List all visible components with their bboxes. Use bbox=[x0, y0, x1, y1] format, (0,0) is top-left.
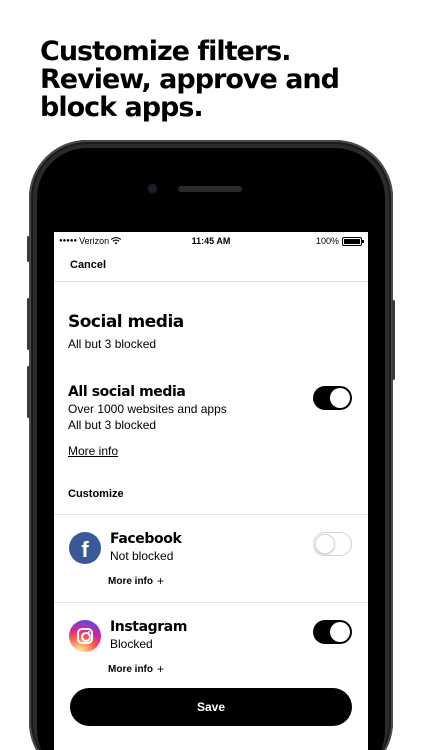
battery-percent: 100% bbox=[315, 236, 339, 246]
plus-icon: + bbox=[157, 574, 165, 588]
facebook-icon: f bbox=[69, 532, 101, 564]
facebook-toggle[interactable] bbox=[313, 532, 352, 556]
cancel-button[interactable]: Cancel bbox=[70, 259, 106, 271]
status-bar: ●●●●● Verizon 11:45 AM 100% bbox=[54, 232, 368, 250]
status-right: 100% bbox=[315, 236, 364, 246]
marketing-headline: Customize filters. Review, approve and b… bbox=[40, 38, 400, 122]
customize-heading: Customize bbox=[68, 488, 124, 500]
power-button bbox=[392, 300, 395, 380]
plus-icon: + bbox=[157, 662, 165, 676]
volume-down-button bbox=[27, 366, 30, 418]
save-button[interactable]: Save bbox=[70, 688, 352, 726]
toggle-knob bbox=[315, 534, 335, 554]
instagram-more-info-button[interactable]: More info + bbox=[108, 662, 164, 676]
volume-up-button bbox=[27, 298, 30, 350]
headline-line-1: Customize filters. bbox=[40, 36, 292, 67]
page-subtitle: All but 3 blocked bbox=[68, 337, 157, 351]
headline-line-2: Review, approve and bbox=[40, 64, 340, 95]
battery-icon bbox=[342, 236, 364, 246]
toggle-knob bbox=[330, 388, 350, 408]
more-info-link[interactable]: More info bbox=[68, 444, 118, 458]
headline-line-3: block apps. bbox=[40, 92, 204, 123]
more-info-label: More info bbox=[108, 575, 153, 587]
page-title: Social media bbox=[68, 312, 184, 332]
header-divider bbox=[54, 281, 368, 282]
phone-screen: ●●●●● Verizon 11:45 AM 100% Cancel Socia… bbox=[54, 232, 368, 750]
facebook-more-info-button[interactable]: More info + bbox=[108, 574, 164, 588]
instagram-name: Instagram bbox=[110, 619, 188, 635]
all-social-media-toggle[interactable] bbox=[313, 386, 352, 410]
customize-divider bbox=[54, 514, 368, 515]
front-camera-icon bbox=[148, 184, 157, 193]
facebook-divider bbox=[54, 602, 368, 603]
instagram-toggle[interactable] bbox=[313, 620, 352, 644]
instagram-icon bbox=[69, 620, 101, 652]
all-social-media-title: All social media bbox=[68, 384, 186, 400]
all-social-media-status: All but 3 blocked bbox=[68, 418, 157, 432]
all-social-media-description: Over 1000 websites and apps bbox=[68, 402, 227, 416]
mute-switch bbox=[27, 236, 30, 262]
more-info-label: More info bbox=[108, 663, 153, 675]
facebook-status: Not blocked bbox=[110, 549, 174, 563]
facebook-name: Facebook bbox=[110, 531, 182, 547]
toggle-knob bbox=[330, 622, 350, 642]
earpiece-speaker bbox=[178, 186, 242, 192]
instagram-status: Blocked bbox=[110, 637, 153, 651]
